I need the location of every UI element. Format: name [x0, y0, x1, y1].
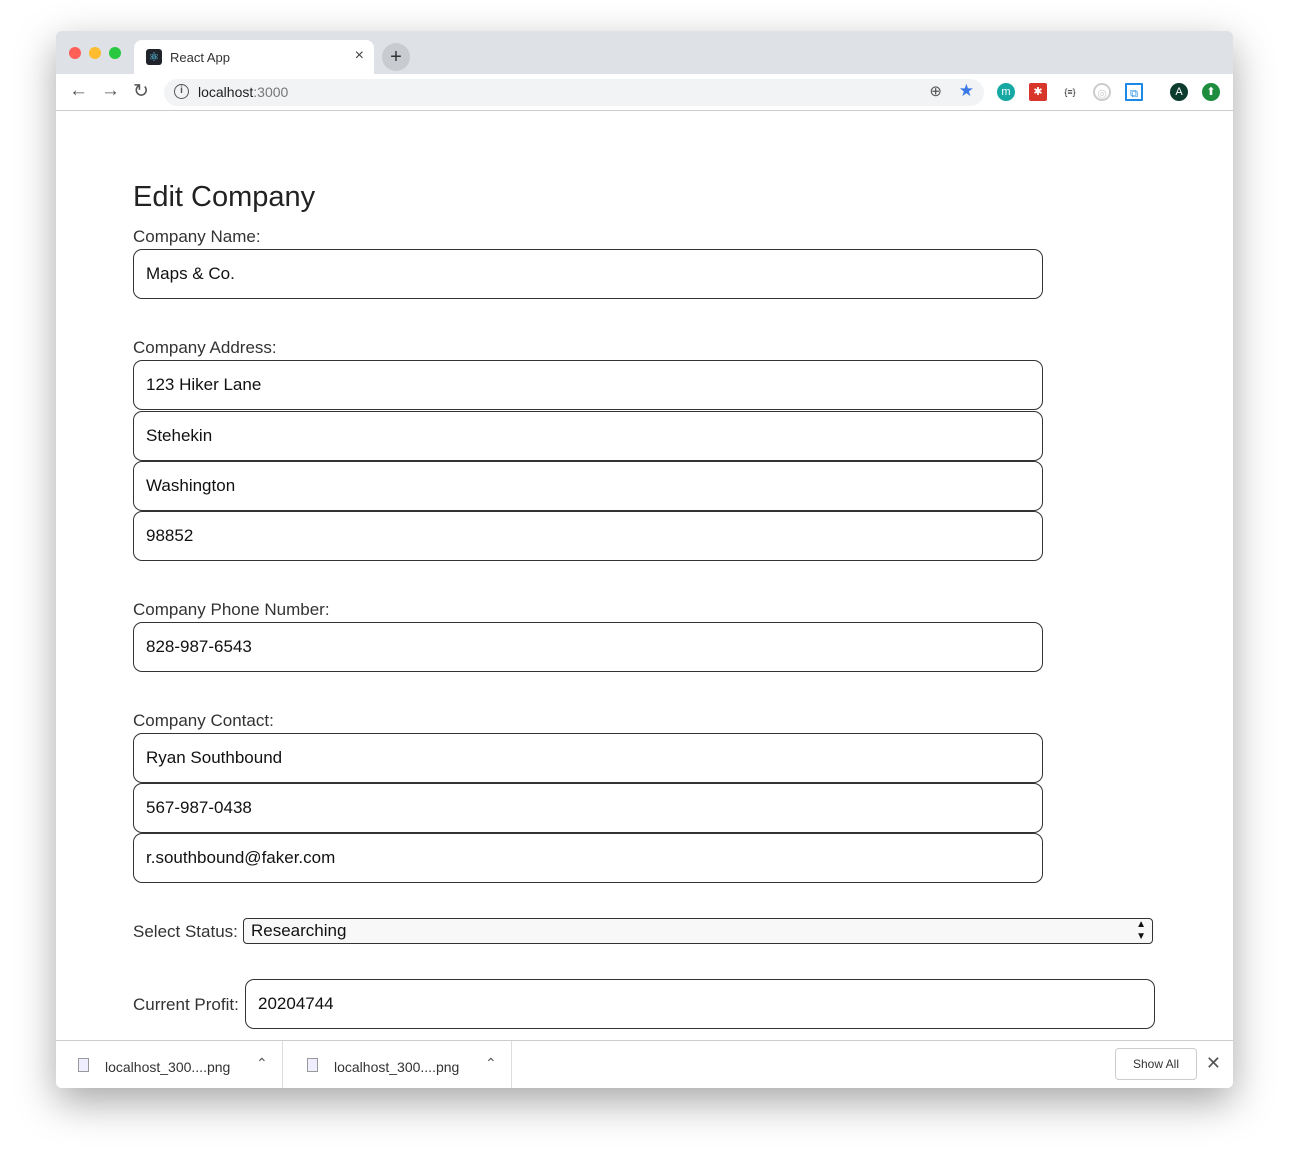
chevron-up-icon[interactable]: ⌃ — [256, 1055, 268, 1072]
page-content: Edit Company Company Name: Company Addre… — [56, 111, 1233, 1040]
zoom-icon[interactable]: ⊕ — [929, 82, 942, 100]
company-phone-input[interactable] — [133, 622, 1043, 672]
state-input[interactable] — [133, 461, 1043, 511]
back-icon[interactable]: ← — [69, 80, 88, 102]
close-window-button[interactable] — [69, 47, 81, 59]
profit-label: Current Profit: — [133, 995, 239, 1014]
zip-input[interactable] — [133, 511, 1043, 561]
close-icon[interactable]: ✕ — [1206, 1053, 1221, 1074]
company-contact-label: Company Contact: — [133, 711, 274, 730]
status-select[interactable]: Researching ▲ ▼ — [243, 918, 1153, 944]
status-label: Select Status: — [133, 922, 238, 941]
company-phone-label: Company Phone Number: — [133, 600, 330, 619]
download-item[interactable]: localhost_300....png ⌃ — [285, 1041, 512, 1088]
url-host: localhost — [198, 84, 254, 100]
contact-email-input[interactable] — [133, 833, 1043, 883]
city-input[interactable] — [133, 411, 1043, 461]
street-input[interactable] — [133, 360, 1043, 410]
download-filename: localhost_300....png — [105, 1059, 231, 1075]
close-tab-icon[interactable]: × — [355, 47, 364, 65]
maximize-window-button[interactable] — [109, 47, 121, 59]
profile-avatar[interactable]: A — [1170, 83, 1188, 101]
address-bar[interactable]: i localhost:3000 ⊕ ★ — [164, 79, 984, 106]
new-tab-button[interactable]: + — [382, 43, 410, 71]
red-extension-icon[interactable]: ✱ — [1029, 83, 1047, 101]
show-all-button[interactable]: Show All — [1115, 1048, 1197, 1080]
page-title: Edit Company — [133, 181, 316, 213]
target-icon[interactable]: ◎ — [1093, 83, 1111, 101]
company-name-label: Company Name: — [133, 227, 261, 246]
download-bar: localhost_300....png ⌃ localhost_300....… — [56, 1040, 1233, 1088]
file-icon — [78, 1058, 89, 1072]
tab-react-app[interactable]: ⚛ React App × — [134, 40, 374, 74]
forward-icon[interactable]: → — [101, 80, 120, 102]
tab-title: React App — [170, 50, 230, 65]
file-icon — [307, 1058, 318, 1072]
minimize-window-button[interactable] — [89, 47, 101, 59]
profit-input[interactable] — [245, 979, 1155, 1029]
select-arrows-icon: ▲ ▼ — [1136, 919, 1146, 942]
url-port: :3000 — [253, 84, 289, 100]
contact-name-input[interactable] — [133, 733, 1043, 783]
toolbar: ← → ↻ i localhost:3000 ⊕ ★ m ✱ {≡} ◎ ⧉ A… — [56, 74, 1233, 111]
screenshot-icon[interactable]: ⧉ — [1125, 83, 1143, 101]
company-address-label: Company Address: — [133, 338, 277, 357]
info-icon[interactable]: i — [174, 84, 189, 99]
update-icon[interactable]: ⬆ — [1202, 83, 1220, 101]
json-formatter-icon[interactable]: {≡} — [1061, 83, 1079, 101]
company-name-input[interactable] — [133, 249, 1043, 299]
download-item[interactable]: localhost_300....png ⌃ — [56, 1041, 283, 1088]
bookmark-star-icon[interactable]: ★ — [959, 81, 974, 101]
download-filename: localhost_300....png — [334, 1059, 460, 1075]
tab-strip: ⚛ React App × + — [56, 31, 1233, 74]
browser-window: ⚛ React App × + ← → ↻ i localhost:3000 ⊕… — [56, 31, 1233, 1088]
motion-icon[interactable]: m — [997, 83, 1015, 101]
react-icon: ⚛ — [146, 49, 162, 65]
contact-phone-input[interactable] — [133, 783, 1043, 833]
chevron-up-icon[interactable]: ⌃ — [485, 1055, 497, 1072]
reload-icon[interactable]: ↻ — [133, 80, 149, 103]
status-value: Researching — [251, 921, 347, 940]
